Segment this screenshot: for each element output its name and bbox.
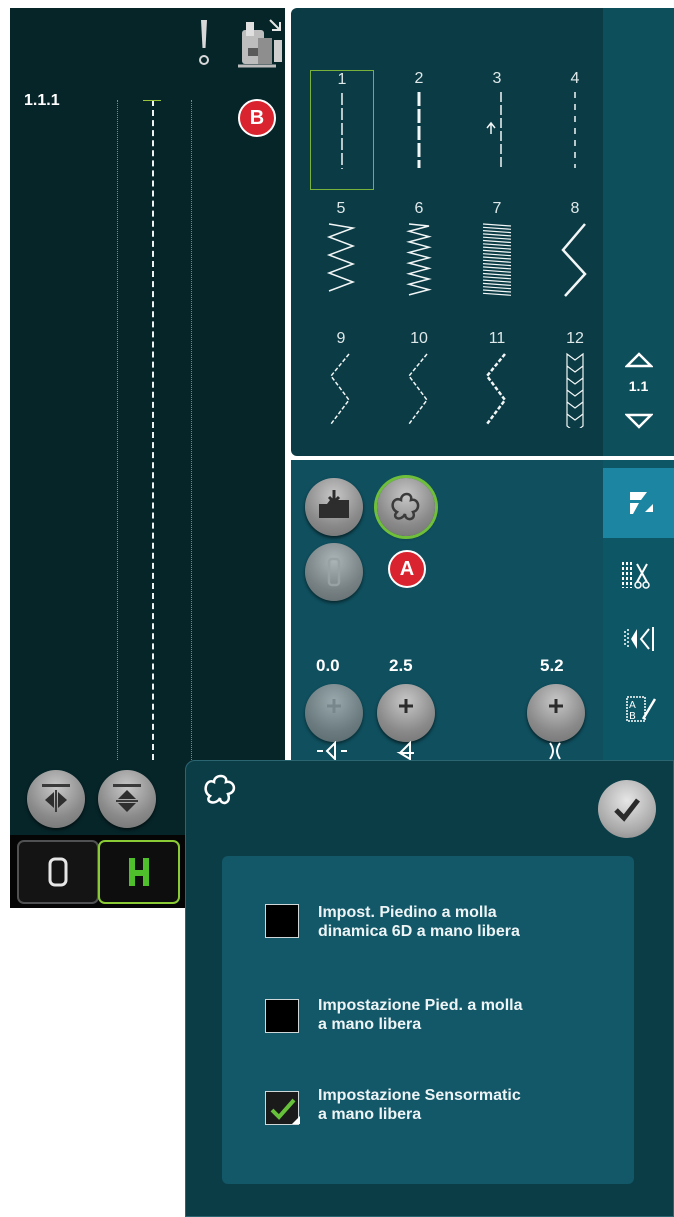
stitch-number: 12	[566, 330, 584, 347]
tab-balance[interactable]	[603, 605, 674, 675]
option-sensormatic-label: Impostazione Sensormatic a mano libera	[318, 1087, 521, 1123]
stitch-honeycomb-icon	[566, 352, 584, 428]
free-motion-icon	[391, 492, 420, 521]
stitch-cell-3[interactable]: 3	[466, 70, 528, 188]
plus-icon	[549, 699, 563, 713]
sewing-mode-button[interactable]	[98, 840, 180, 904]
stitch-cell-8[interactable]: 8	[544, 200, 606, 318]
stitch-number: 6	[414, 200, 424, 217]
stitch-cell-4[interactable]: 4	[544, 70, 606, 188]
svg-text:B: B	[629, 711, 636, 722]
free-motion-button[interactable]	[377, 478, 435, 536]
plus-icon	[327, 699, 341, 713]
stitch-number: 2	[414, 70, 424, 87]
presser-foot-icon[interactable]	[236, 16, 286, 81]
option-6d-checkbox[interactable]	[265, 904, 299, 938]
tab-cut-tie[interactable]	[603, 540, 674, 610]
callout-b: B	[238, 99, 276, 137]
stitch-number: 11	[488, 330, 506, 347]
stitch-satin-icon	[482, 223, 512, 296]
stitch-cell-10[interactable]: 10	[388, 330, 450, 448]
guide-line-left	[117, 100, 118, 760]
stitch-number: 7	[492, 200, 502, 217]
embroidery-mode-button[interactable]	[17, 840, 99, 904]
sequence-icon: A B	[626, 696, 657, 722]
stitch-id-label: 1.1.1	[24, 92, 60, 109]
stitch-zigzag-3step-icon	[408, 353, 428, 425]
stitch-zigzag-dense-icon	[406, 223, 432, 296]
option-sensormatic-checkbox[interactable]	[265, 1091, 300, 1125]
stitch-cell-5[interactable]: 5	[310, 200, 372, 318]
stitch-straight-thin-icon	[341, 93, 343, 169]
stitch-cell-7[interactable]: 7	[466, 200, 528, 318]
warning-icon	[196, 18, 212, 73]
stitch-cell-6[interactable]: 6	[388, 200, 450, 318]
stitch-cell-11[interactable]: 11	[466, 330, 528, 448]
needle-position-marker	[143, 100, 161, 101]
stitch-straight-dash-icon	[574, 92, 576, 168]
mirror-side-icon	[42, 784, 70, 812]
confirm-button[interactable]	[598, 780, 656, 838]
stitch-number: 4	[570, 70, 580, 87]
stitch-cell-2[interactable]: 2	[388, 70, 450, 188]
stitch-line	[152, 100, 154, 760]
sewing-mode-icon	[129, 858, 149, 886]
stitch-width-value: 0.0	[316, 656, 340, 675]
stitch-number: 8	[570, 200, 580, 217]
stitch-page-indicator: 1.1	[628, 378, 649, 394]
stitch-zigzag-3step-icon	[330, 353, 350, 425]
stitch-settings-icon	[630, 492, 653, 514]
mirror-side-button[interactable]	[27, 770, 85, 828]
option-6d-label: Impost. Piedino a molla dinamica 6D a ma…	[318, 904, 520, 940]
stitch-straight-bold-icon	[417, 92, 421, 168]
tab-stitch-settings[interactable]	[603, 468, 674, 538]
stitch-number: 10	[410, 330, 428, 347]
mirror-end-icon	[113, 784, 141, 812]
stitch-program-icon	[327, 557, 341, 587]
guide-line-right	[191, 100, 192, 760]
stitch-length-value: 2.5	[389, 656, 413, 675]
option-spring-foot-checkbox[interactable]	[265, 999, 299, 1033]
stitch-cell-1[interactable]: 1	[310, 70, 374, 190]
svg-text:A: A	[629, 700, 636, 711]
stitch-cell-12[interactable]: 12	[544, 330, 606, 448]
stitch-number: 9	[336, 330, 346, 347]
option-spring-foot-label: Impostazione Pied. a molla a mano libera	[318, 997, 523, 1033]
check-icon	[270, 1098, 300, 1124]
density-increase-button[interactable]	[527, 684, 585, 742]
stitch-straight-reverse-icon	[486, 92, 502, 168]
mirror-end-button[interactable]	[98, 770, 156, 828]
width-increase-button[interactable]	[305, 684, 363, 742]
checkmark-icon	[614, 798, 640, 822]
length-increase-button[interactable]	[377, 684, 435, 742]
callout-a: A	[388, 550, 426, 588]
stitch-zigzag-large-icon	[561, 223, 587, 297]
plus-icon	[399, 699, 413, 713]
stitch-program-button[interactable]	[305, 543, 363, 601]
balance-icon	[624, 627, 654, 651]
stitch-number: 1	[337, 71, 347, 88]
tab-sequence[interactable]: A B	[603, 675, 674, 745]
scissors-icon	[622, 562, 650, 589]
page-down-icon[interactable]	[623, 413, 655, 434]
open-file-button[interactable]	[305, 478, 363, 536]
folder-load-icon	[319, 490, 349, 518]
stitch-number: 3	[492, 70, 502, 87]
page-up-icon[interactable]	[623, 352, 655, 373]
free-motion-dialog-icon	[200, 770, 244, 815]
stitch-zigzag-wide-icon	[326, 223, 356, 292]
stitch-density-value: 5.2	[540, 656, 564, 675]
zero-icon	[48, 857, 68, 887]
stitch-zigzag-3step-bold-icon	[485, 353, 507, 425]
stitch-cell-9[interactable]: 9	[310, 330, 372, 448]
stitch-number: 5	[336, 200, 346, 217]
